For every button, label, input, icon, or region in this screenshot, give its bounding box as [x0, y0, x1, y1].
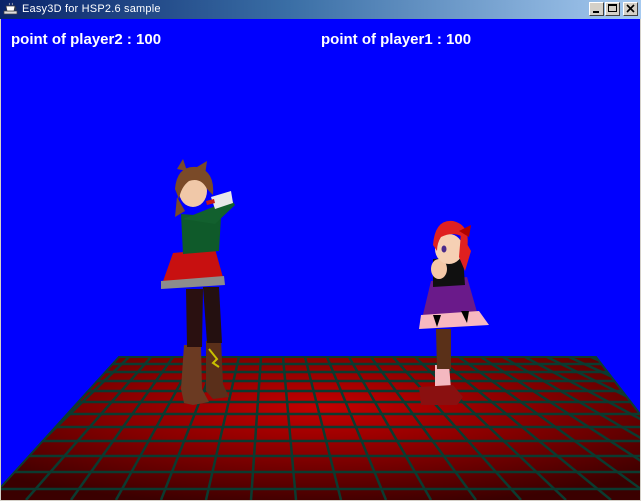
checkered-floor: [1, 356, 640, 500]
maximize-button[interactable]: [605, 2, 620, 16]
game-scene: [1, 159, 640, 500]
player2-score: point of player2 : 100: [11, 31, 162, 48]
close-button[interactable]: [623, 2, 638, 16]
close-icon: [626, 4, 635, 13]
window-title: Easy3D for HSP2.6 sample: [22, 3, 161, 15]
teacup-app-icon[interactable]: [3, 2, 18, 17]
game-viewport[interactable]: point of player2 : 100 point of player1 …: [1, 19, 640, 500]
minimize-icon: [593, 11, 599, 13]
player1-score: point of player1 : 100: [321, 31, 472, 48]
maximize-icon: [608, 4, 617, 12]
title-bar[interactable]: Easy3D for HSP2.6 sample: [0, 0, 641, 19]
minimize-button[interactable]: [589, 2, 604, 16]
app-window: Easy3D for HSP2.6 sample point of player…: [0, 0, 641, 501]
